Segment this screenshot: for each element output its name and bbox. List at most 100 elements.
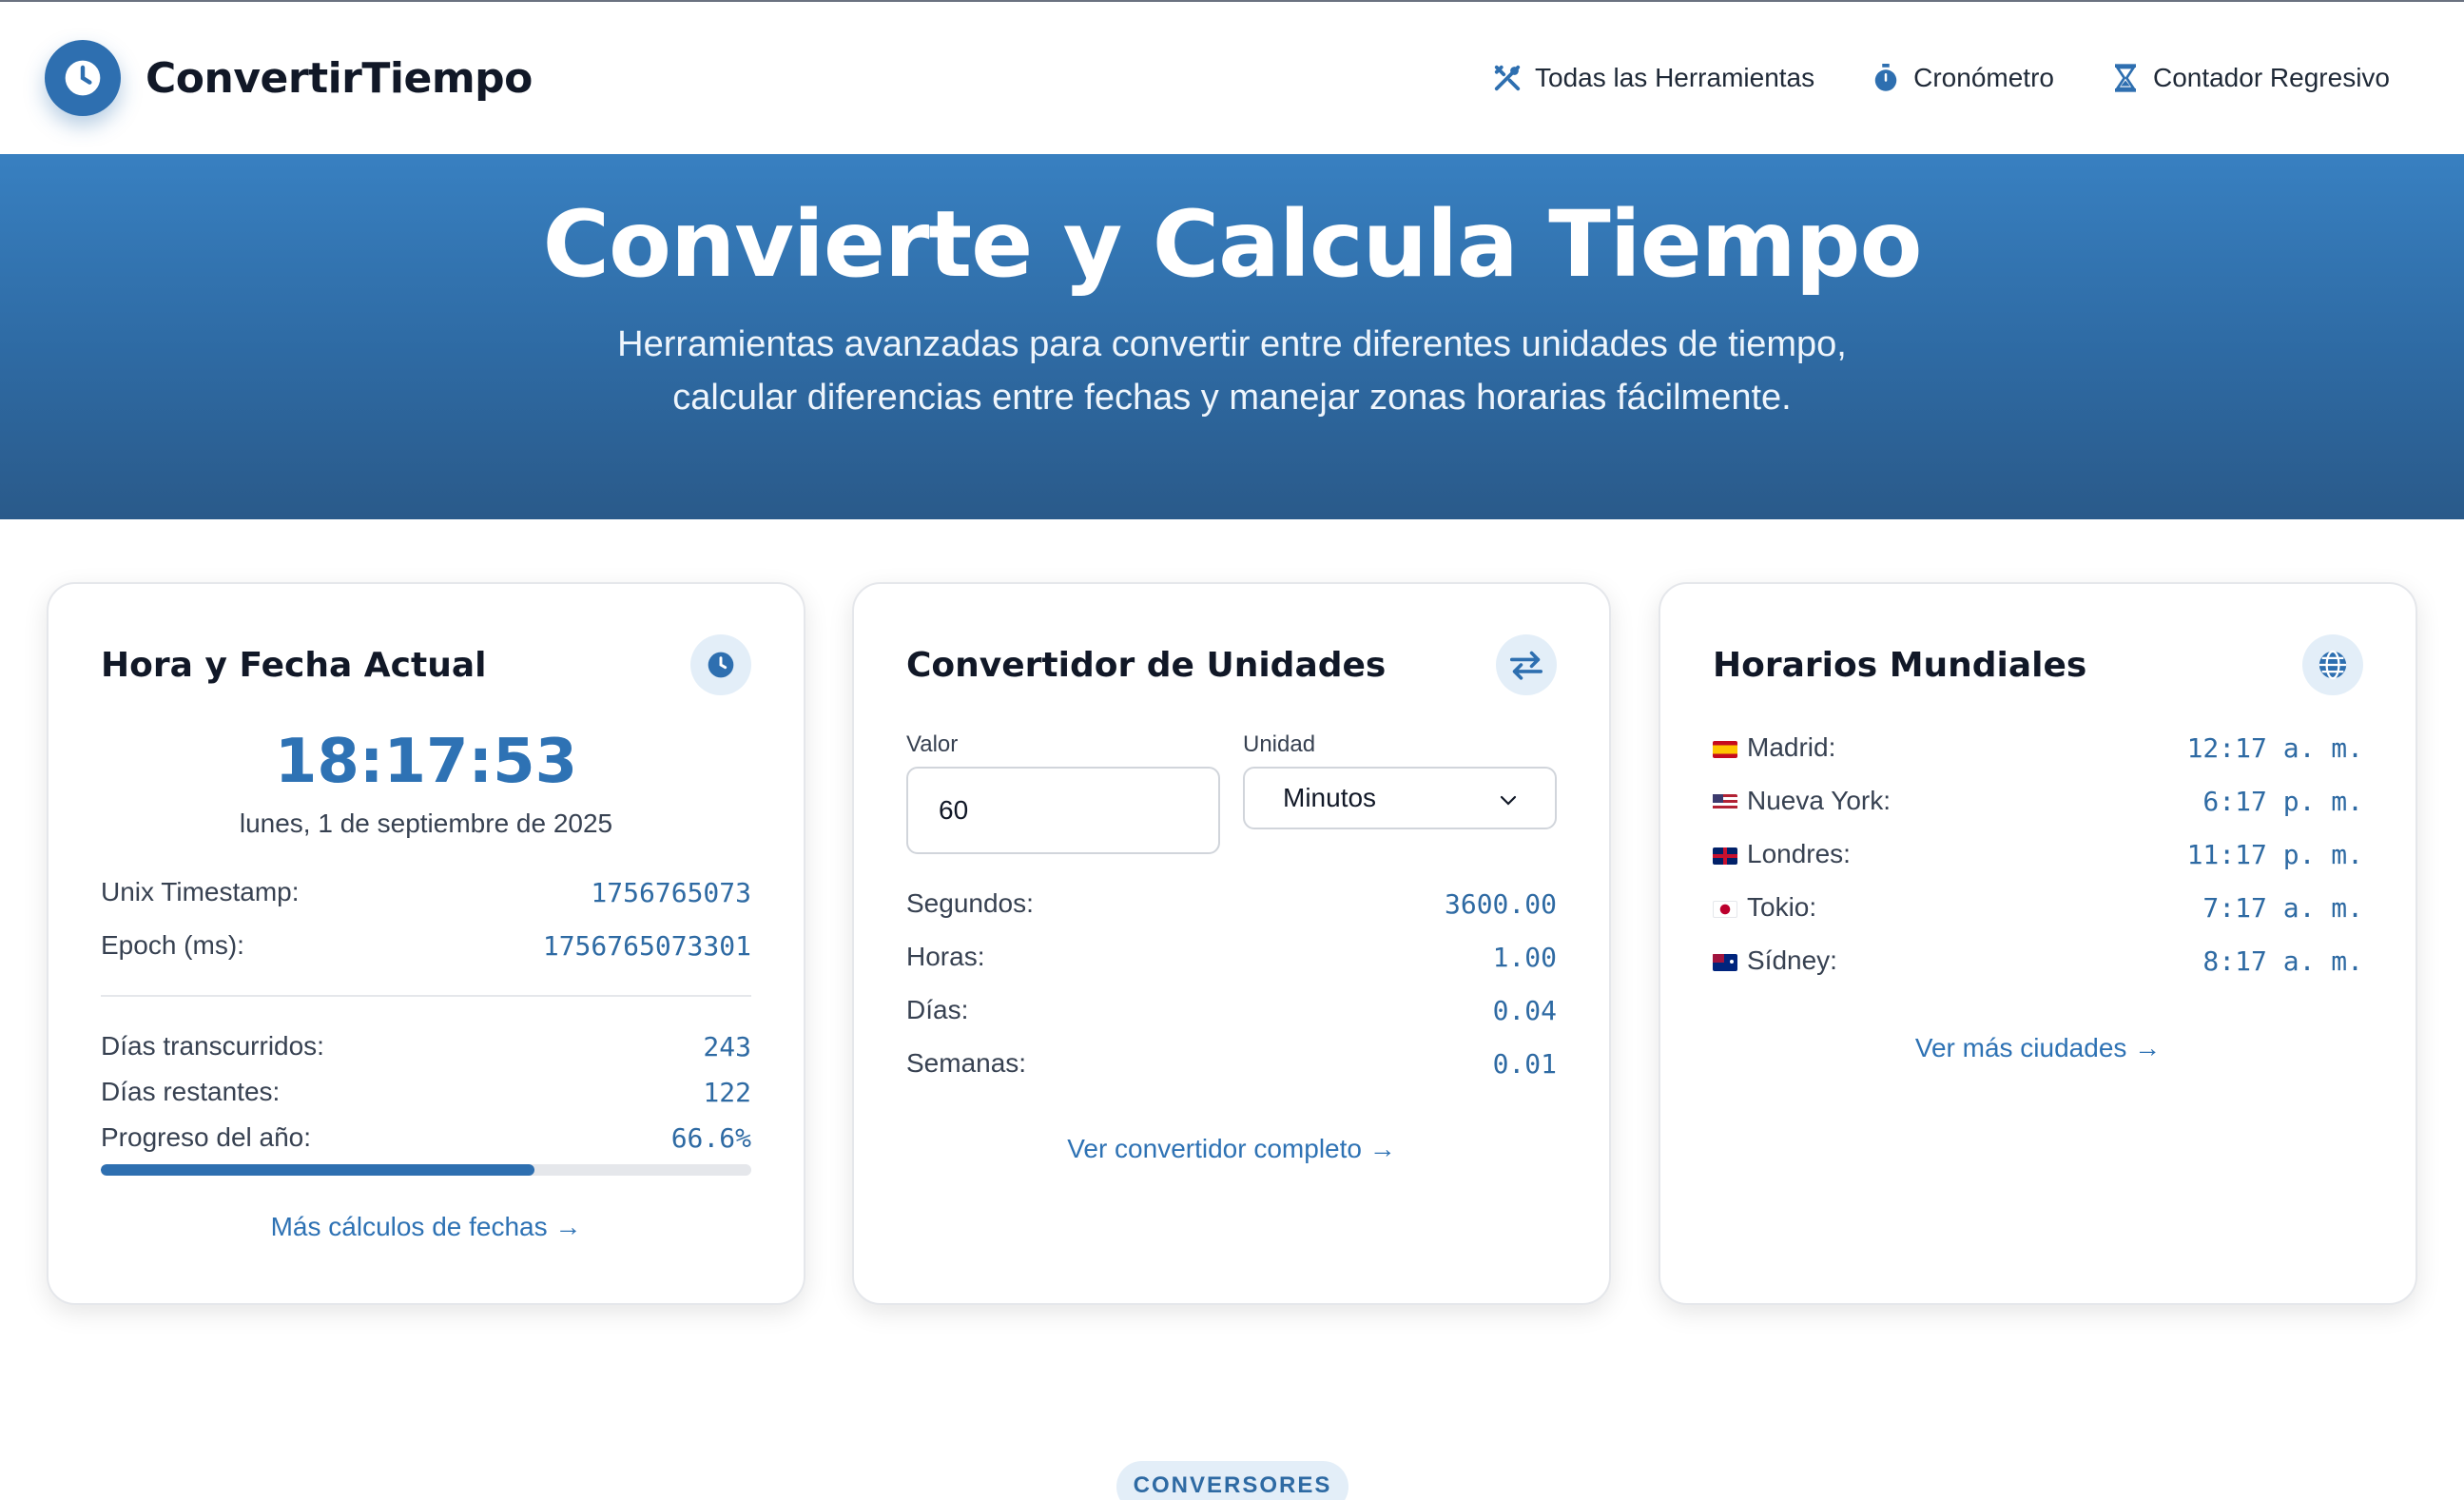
result-label: Segundos:	[906, 888, 1034, 918]
city-name: Sídney:	[1747, 945, 1837, 975]
elapsed-days-value: 243	[703, 1030, 751, 1062]
site-header: ConvertirTiempo Todas las Herramientas C…	[0, 2, 2464, 154]
nav-all-tools-label: Todas las Herramientas	[1535, 63, 1815, 92]
remaining-days-row: Días restantes: 122	[101, 1073, 751, 1111]
result-row: Horas: 1.00	[906, 938, 1557, 976]
card-header: Horarios Mundiales	[1713, 633, 2363, 696]
city-name-wrap: Sídney:	[1713, 945, 1837, 976]
unit-label: Unidad	[1243, 731, 1316, 757]
more-cities-label: Ver más ciudades →	[1914, 1033, 2162, 1062]
city-time: 11:17 p. m.	[2186, 838, 2363, 870]
japan-flag-icon	[1713, 900, 1737, 918]
card-header: Hora y Fecha Actual	[101, 633, 751, 696]
city-name-wrap: Madrid:	[1713, 732, 1835, 763]
unit-select[interactable]: Minutos	[1243, 767, 1557, 829]
city-time: 6:17 p. m.	[2202, 785, 2363, 817]
nav-stopwatch-label: Cronómetro	[1913, 63, 2054, 92]
nav-countdown[interactable]: Contador Regresivo	[2111, 63, 2390, 93]
result-row: Semanas: 0.01	[906, 1044, 1557, 1082]
more-date-calculations-link[interactable]: Más cálculos de fechas →	[49, 1212, 804, 1242]
result-value: 0.04	[1492, 994, 1557, 1026]
swap-arrows-icon	[1496, 634, 1557, 695]
hero-banner: Convierte y Calcula Tiempo Herramientas …	[0, 154, 2464, 519]
result-label: Horas:	[906, 942, 985, 971]
hero-subtitle-line-2: calcular diferencias entre fechas y mane…	[672, 378, 1792, 419]
city-name: Nueva York:	[1747, 786, 1891, 815]
card-title: Hora y Fecha Actual	[101, 645, 487, 685]
city-name: Madrid:	[1747, 732, 1836, 762]
city-name: Londres:	[1747, 839, 1851, 868]
brand-name: ConvertirTiempo	[146, 53, 533, 103]
result-label: Días:	[906, 995, 969, 1024]
result-value: 1.00	[1492, 941, 1557, 973]
hourglass-icon	[2111, 64, 2140, 92]
hero-subtitle: Herramientas avanzadas para convertir en…	[567, 318, 1898, 424]
elapsed-days-label: Días transcurridos:	[101, 1031, 324, 1061]
unix-timestamp-row: Unix Timestamp: 1756765073	[101, 873, 751, 911]
result-label: Semanas:	[906, 1048, 1027, 1078]
chevron-down-icon	[1500, 783, 1517, 813]
value-input[interactable]	[906, 767, 1220, 854]
year-progress-value: 66.6%	[670, 1121, 751, 1154]
current-time: 18:17:53	[274, 727, 578, 797]
uk-flag-icon	[1713, 847, 1737, 865]
more-cities-link[interactable]: Ver más ciudades →	[1660, 1033, 2415, 1063]
hero-subtitle-line-1: Herramientas avanzadas para convertir en…	[617, 324, 1847, 365]
city-row-sydney: Sídney: 8:17 a. m.	[1713, 942, 2363, 980]
world-clocks-card: Horarios Mundiales Madrid: 12:17 a. m. N…	[1659, 582, 2417, 1305]
stopwatch-icon	[1872, 64, 1900, 92]
spain-flag-icon	[1713, 740, 1737, 758]
elapsed-days-row: Días transcurridos: 243	[101, 1027, 751, 1065]
city-row-tokyo: Tokio: 7:17 a. m.	[1713, 888, 2363, 926]
epoch-label: Epoch (ms):	[101, 930, 244, 960]
epoch-row: Epoch (ms): 1756765073301	[101, 926, 751, 964]
nav-countdown-label: Contador Regresivo	[2152, 63, 2390, 92]
unit-converter-card: Convertidor de Unidades Valor Unidad Min…	[852, 582, 1611, 1305]
result-row: Segundos: 3600.00	[906, 885, 1557, 923]
main-nav: Todas las Herramientas Cronómetro Contad…	[1493, 63, 2390, 93]
city-name-wrap: Tokio:	[1713, 892, 1816, 923]
unit-selected-value: Minutos	[1283, 783, 1377, 812]
city-row-madrid: Madrid: 12:17 a. m.	[1713, 729, 2363, 767]
year-progress-label: Progreso del año:	[101, 1122, 312, 1152]
clock-logo-icon	[45, 40, 121, 116]
year-progress-fill	[101, 1164, 534, 1176]
city-name-wrap: Londres:	[1713, 839, 1851, 869]
australia-flag-icon	[1713, 953, 1737, 971]
card-title: Horarios Mundiales	[1713, 645, 2087, 685]
more-date-calculations-label: Más cálculos de fechas →	[270, 1212, 582, 1241]
value-label: Valor	[906, 731, 959, 757]
card-title: Convertidor de Unidades	[906, 645, 1387, 685]
city-row-new-york: Nueva York: 6:17 p. m.	[1713, 782, 2363, 820]
result-value: 0.01	[1492, 1047, 1557, 1080]
nav-stopwatch[interactable]: Cronómetro	[1872, 63, 2054, 93]
divider	[101, 995, 751, 997]
current-time-card: Hora y Fecha Actual 18:17:53 lunes, 1 de…	[47, 582, 805, 1305]
unix-timestamp-label: Unix Timestamp:	[101, 877, 300, 906]
unix-timestamp-value: 1756765073	[591, 876, 751, 908]
section-badge: CONVERSORES	[1116, 1461, 1348, 1500]
result-row: Días: 0.04	[906, 991, 1557, 1029]
usa-flag-icon	[1713, 793, 1737, 811]
city-name-wrap: Nueva York:	[1713, 786, 1891, 816]
full-converter-link[interactable]: Ver convertidor completo →	[854, 1134, 1609, 1164]
city-row-london: Londres: 11:17 p. m.	[1713, 835, 2363, 873]
nav-all-tools[interactable]: Todas las Herramientas	[1493, 63, 1814, 93]
result-value: 3600.00	[1444, 887, 1557, 920]
globe-icon	[2302, 634, 2363, 695]
remaining-days-label: Días restantes:	[101, 1077, 281, 1106]
hero-title: Convierte y Calcula Tiempo	[542, 191, 1923, 298]
city-time: 7:17 a. m.	[2202, 891, 2363, 924]
remaining-days-value: 122	[703, 1076, 751, 1108]
year-progress-row: Progreso del año: 66.6%	[101, 1119, 751, 1157]
year-progress-bar	[101, 1164, 751, 1176]
city-name: Tokio:	[1747, 892, 1817, 922]
epoch-value: 1756765073301	[542, 929, 751, 962]
brand[interactable]: ConvertirTiempo	[45, 40, 533, 116]
full-converter-label: Ver convertidor completo →	[1067, 1134, 1396, 1163]
city-time: 12:17 a. m.	[2186, 731, 2363, 764]
clock-icon	[690, 634, 751, 695]
current-date: lunes, 1 de septiembre de 2025	[239, 808, 613, 838]
tools-icon	[1493, 64, 1522, 92]
card-header: Convertidor de Unidades	[906, 633, 1557, 696]
